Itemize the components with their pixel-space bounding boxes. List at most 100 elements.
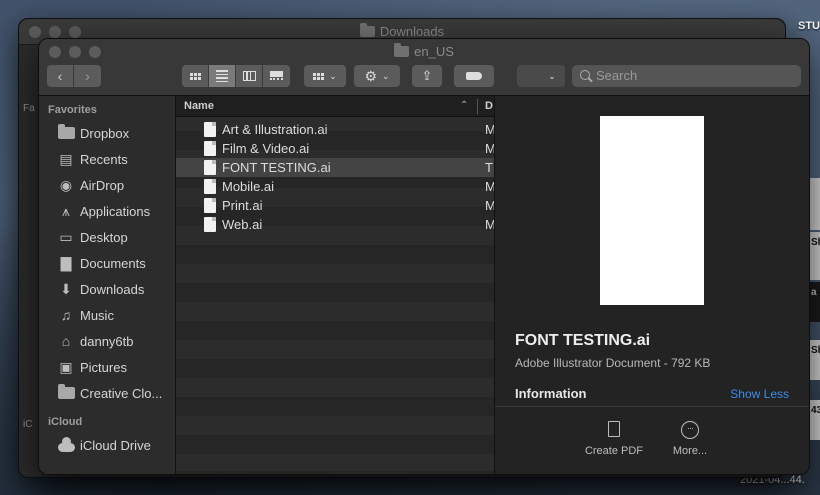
file-row-selected[interactable]: FONT TESTING.ai T [176, 158, 494, 177]
column-separator[interactable] [477, 99, 478, 114]
sidebar-item-label: Dropbox [80, 125, 130, 141]
sidebar-item-label: AirDrop [80, 177, 125, 193]
sidebar-item-label: Documents [80, 255, 146, 271]
music-icon: ♫ [60, 307, 72, 323]
file-row[interactable]: Film & Video.ai M [176, 139, 496, 158]
document-icon [204, 141, 216, 156]
gear-icon: ⚙ [364, 67, 377, 84]
list-view-button[interactable] [209, 65, 236, 87]
column-header-name[interactable]: Name [184, 100, 214, 112]
file-row[interactable]: Web.ai M [176, 215, 496, 234]
file-name: FONT TESTING.ai [222, 160, 331, 175]
back-forward-control: ‹ › [47, 65, 101, 87]
tags-button[interactable] [454, 65, 494, 87]
document-icon [204, 160, 216, 175]
search-input[interactable]: Search [572, 65, 801, 87]
sidebar-item-downloads[interactable]: ⬇ Downloads [39, 276, 175, 302]
pdf-icon [608, 421, 620, 437]
file-name: Film & Video.ai [222, 141, 310, 156]
column-view-button[interactable] [236, 65, 263, 87]
sidebar: Favorites Dropbox ▤ Recents ◉ AirDrop ⩚ … [39, 96, 176, 474]
sidebar-item-recents[interactable]: ▤ Recents [39, 146, 175, 172]
title-bar[interactable]: en_US ‹ › ⌄ ⚙ ⌄ ⇪ ⌄ Search [39, 39, 809, 96]
documents-icon: ▇ [60, 255, 72, 271]
sidebar-item-airdrop[interactable]: ◉ AirDrop [39, 172, 175, 198]
desktop-icon: ▭ [59, 229, 73, 245]
columns-icon [242, 71, 256, 81]
toolbar: ‹ › ⌄ ⚙ ⌄ ⇪ ⌄ Search [39, 65, 809, 89]
applications-icon: ⩚ [62, 203, 70, 219]
information-heading: Information [515, 386, 587, 401]
search-icon [580, 70, 590, 80]
more-button[interactable]: ··· More... [655, 421, 725, 457]
file-row[interactable]: Print.ai M [176, 196, 496, 215]
tag-icon [466, 72, 482, 80]
sidebar-section-favorites: Favorites [48, 104, 97, 116]
sidebar-item-label: iCloud Drive [80, 437, 151, 453]
chevron-down-icon: ⌄ [382, 70, 390, 81]
chevron-right-icon: › [85, 68, 90, 84]
show-less-link[interactable]: Show Less [730, 387, 789, 401]
desktop-item-label[interactable]: STU [798, 20, 820, 32]
file-row[interactable]: Art & Illustration.ai M [176, 120, 496, 139]
list-icon [216, 70, 228, 82]
create-pdf-button[interactable]: Create PDF [579, 421, 649, 457]
view-mode-control [182, 65, 290, 87]
file-preview-thumbnail[interactable] [600, 116, 704, 305]
share-icon: ⇪ [421, 68, 433, 83]
sidebar-item-dropbox[interactable]: Dropbox [39, 120, 175, 146]
chevron-left-icon: ‹ [57, 68, 63, 84]
grid-icon [189, 72, 201, 80]
document-icon [204, 179, 216, 194]
home-icon: ⌂ [61, 333, 71, 349]
sidebar-item-icloud-drive[interactable]: iCloud Drive [39, 432, 175, 458]
recents-icon: ▤ [59, 151, 73, 167]
action-label: Create PDF [584, 445, 644, 457]
pictures-icon: ▣ [59, 359, 73, 375]
downloads-icon: ⬇ [60, 281, 72, 297]
path-dropdown[interactable]: ⌄ [517, 65, 565, 87]
folder-icon [57, 124, 75, 141]
more-icon: ··· [681, 421, 699, 439]
document-icon [204, 122, 216, 137]
document-icon [204, 217, 216, 232]
sidebar-item-desktop[interactable]: ▭ Desktop [39, 224, 175, 250]
preview-file-name: FONT TESTING.ai [515, 332, 651, 349]
file-date: T [485, 160, 493, 175]
chevron-down-icon: ⌄ [329, 70, 337, 81]
window-title: en_US [39, 43, 809, 59]
sidebar-item-label: Pictures [80, 359, 127, 375]
sidebar-item-home[interactable]: ⌂ danny6tb [39, 328, 175, 354]
document-icon [204, 198, 216, 213]
cloud-icon [57, 436, 75, 453]
list-header: Name ⌃ D [176, 96, 494, 117]
forward-button[interactable]: › [74, 65, 101, 87]
finder-window-en-us[interactable]: en_US ‹ › ⌄ ⚙ ⌄ ⇪ ⌄ Search Favorites Dro… [38, 38, 810, 475]
file-name: Print.ai [222, 198, 263, 213]
file-row[interactable]: Mobile.ai M [176, 177, 496, 196]
gallery-icon [270, 71, 283, 81]
chevron-down-icon: ⌄ [548, 70, 556, 81]
file-list[interactable]: Name ⌃ D Art & Illustration.ai M Film & … [176, 96, 496, 474]
column-header-date[interactable]: D [485, 100, 493, 112]
sidebar-item-label: Creative Clo... [80, 385, 163, 401]
action-button[interactable]: ⚙ ⌄ [354, 65, 400, 87]
sidebar-item-documents[interactable]: ▇ Documents [39, 250, 175, 276]
sidebar-item-label: Downloads [80, 281, 145, 297]
sidebar-item-creative-cloud[interactable]: Creative Clo... [39, 380, 175, 406]
sidebar-item-music[interactable]: ♫ Music [39, 302, 175, 328]
gallery-view-button[interactable] [263, 65, 290, 87]
file-name: Mobile.ai [222, 179, 275, 194]
sidebar-item-label: Applications [80, 203, 151, 219]
back-button[interactable]: ‹ [47, 65, 74, 87]
preview-pane: FONT TESTING.ai Adobe Illustrator Docume… [494, 96, 809, 474]
share-button[interactable]: ⇪ [412, 65, 442, 87]
divider [495, 406, 809, 407]
icon-view-button[interactable] [182, 65, 209, 87]
sidebar-item-applications[interactable]: ⩚ Applications [39, 198, 175, 224]
group-by-button[interactable]: ⌄ [304, 65, 346, 87]
sidebar-item-label: Music [80, 307, 114, 323]
file-name: Web.ai [222, 217, 263, 232]
sidebar-item-label: danny6tb [80, 333, 134, 349]
sidebar-item-pictures[interactable]: ▣ Pictures [39, 354, 175, 380]
